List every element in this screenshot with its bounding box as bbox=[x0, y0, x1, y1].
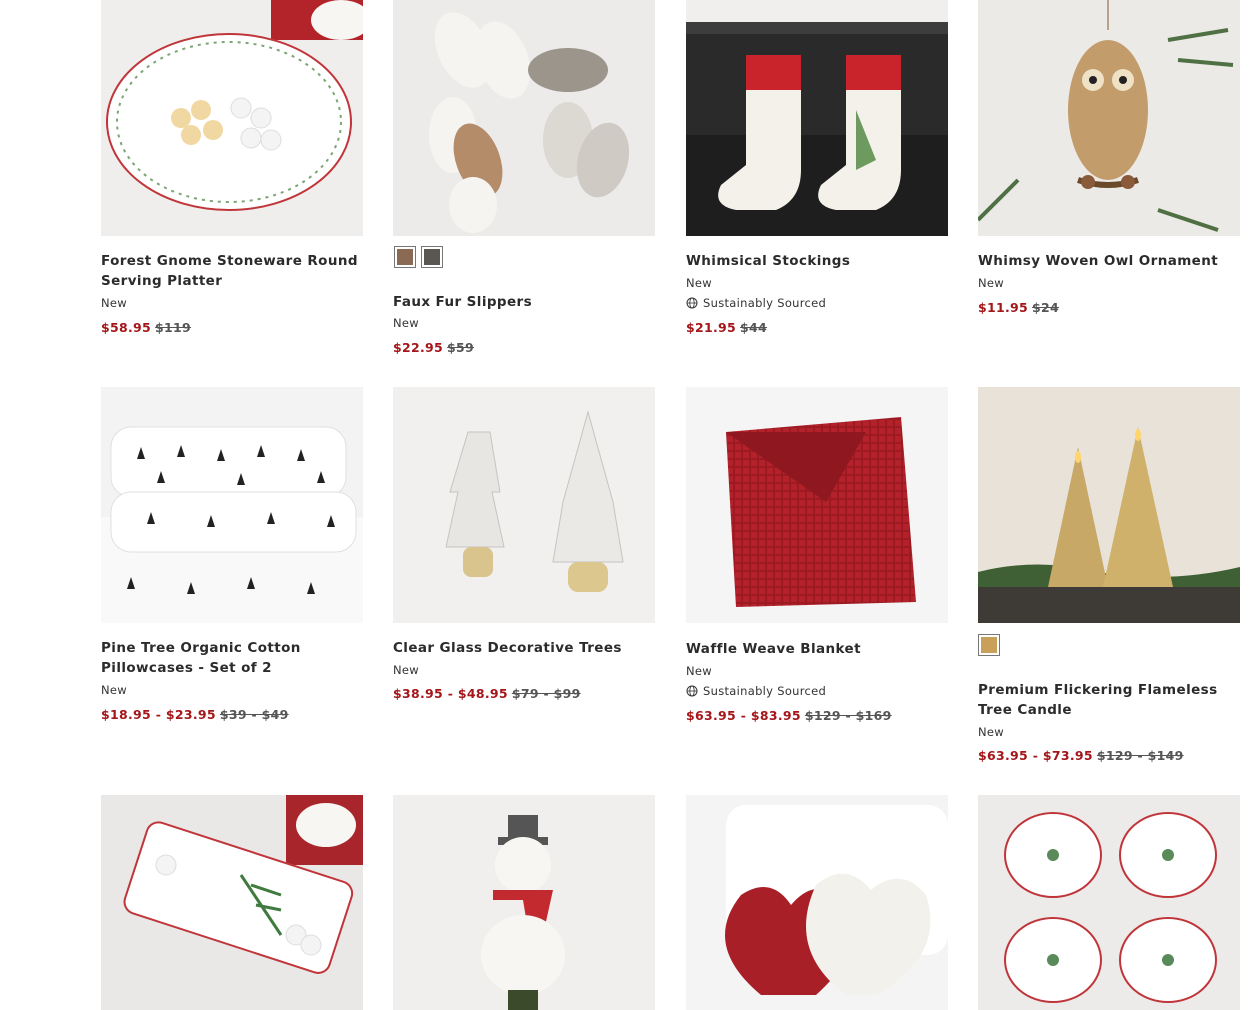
product-image-waffle-blanket[interactable] bbox=[686, 387, 948, 623]
original-price: $119 bbox=[155, 320, 192, 335]
product-title[interactable]: Pine Tree Organic Cotton Pillowcases - S… bbox=[101, 638, 363, 678]
original-price: $79 - $99 bbox=[511, 686, 581, 701]
sustainability-tag: Sustainably Sourced bbox=[686, 296, 826, 310]
product-price: $63.95 - $83.95 $129 - $169 bbox=[686, 708, 892, 723]
new-badge: New bbox=[978, 725, 1004, 739]
product-image-gnome-bowls[interactable] bbox=[978, 795, 1240, 1010]
sale-price: $63.95 - $83.95 bbox=[686, 708, 801, 723]
original-price: $129 - $149 bbox=[1096, 748, 1184, 763]
sale-price: $18.95 - $23.95 bbox=[101, 707, 216, 722]
sale-price: $22.95 bbox=[393, 340, 444, 355]
product-price: $38.95 - $48.95 $79 - $99 bbox=[393, 686, 581, 701]
product-image-gnome-rectangular-platter[interactable] bbox=[101, 795, 363, 1010]
product-title[interactable]: Clear Glass Decorative Trees bbox=[393, 638, 655, 658]
product-title[interactable]: Faux Fur Slippers bbox=[393, 292, 655, 312]
product-image-gnome-platter[interactable] bbox=[101, 0, 363, 236]
product-price: $22.95 $59 bbox=[393, 340, 474, 355]
product-title[interactable]: Whimsical Stockings bbox=[686, 251, 948, 271]
product-price: $11.95 $24 bbox=[978, 300, 1059, 315]
product-title[interactable]: Premium Flickering Flameless Tree Candle bbox=[978, 680, 1240, 720]
product-image-faux-fur-slippers[interactable] bbox=[393, 0, 655, 236]
sustainability-tag: Sustainably Sourced bbox=[686, 684, 826, 698]
swatch-grey[interactable] bbox=[421, 246, 443, 268]
product-price: $58.95 $119 bbox=[101, 320, 191, 335]
original-price: $129 - $169 bbox=[804, 708, 892, 723]
product-image-owl-ornament[interactable] bbox=[978, 0, 1240, 236]
swatch-brown[interactable] bbox=[394, 246, 416, 268]
product-title[interactable]: Forest Gnome Stoneware Round Serving Pla… bbox=[101, 251, 363, 291]
sustainability-label: Sustainably Sourced bbox=[703, 684, 827, 698]
product-price: $21.95 $44 bbox=[686, 320, 767, 335]
new-badge: New bbox=[686, 664, 712, 678]
product-image-heart-pillows[interactable] bbox=[686, 795, 948, 1010]
new-badge: New bbox=[101, 296, 127, 310]
new-badge: New bbox=[393, 316, 419, 330]
globe-icon bbox=[686, 685, 698, 697]
new-badge: New bbox=[978, 276, 1004, 290]
sale-price: $21.95 bbox=[686, 320, 737, 335]
product-image-pine-pillowcases[interactable] bbox=[101, 387, 363, 623]
product-image-snowman[interactable] bbox=[393, 795, 655, 1010]
globe-icon bbox=[686, 297, 698, 309]
new-badge: New bbox=[101, 683, 127, 697]
original-price: $39 - $49 bbox=[219, 707, 289, 722]
original-price: $24 bbox=[1032, 300, 1060, 315]
new-badge: New bbox=[393, 663, 419, 677]
color-swatches bbox=[394, 246, 443, 268]
sale-price: $11.95 bbox=[978, 300, 1029, 315]
product-image-glass-trees[interactable] bbox=[393, 387, 655, 623]
product-image-flameless-candle[interactable] bbox=[978, 387, 1240, 623]
sale-price: $38.95 - $48.95 bbox=[393, 686, 508, 701]
original-price: $59 bbox=[447, 340, 475, 355]
sale-price: $63.95 - $73.95 bbox=[978, 748, 1093, 763]
original-price: $44 bbox=[740, 320, 768, 335]
product-image-whimsical-stockings[interactable] bbox=[686, 0, 948, 236]
color-swatches bbox=[978, 634, 1000, 656]
product-title[interactable]: Waffle Weave Blanket bbox=[686, 639, 948, 659]
sale-price: $58.95 bbox=[101, 320, 152, 335]
product-price: $18.95 - $23.95 $39 - $49 bbox=[101, 707, 289, 722]
new-badge: New bbox=[686, 276, 712, 290]
sustainability-label: Sustainably Sourced bbox=[703, 296, 827, 310]
product-title[interactable]: Whimsy Woven Owl Ornament bbox=[978, 251, 1240, 271]
swatch-gold[interactable] bbox=[978, 634, 1000, 656]
product-price: $63.95 - $73.95 $129 - $149 bbox=[978, 748, 1184, 763]
